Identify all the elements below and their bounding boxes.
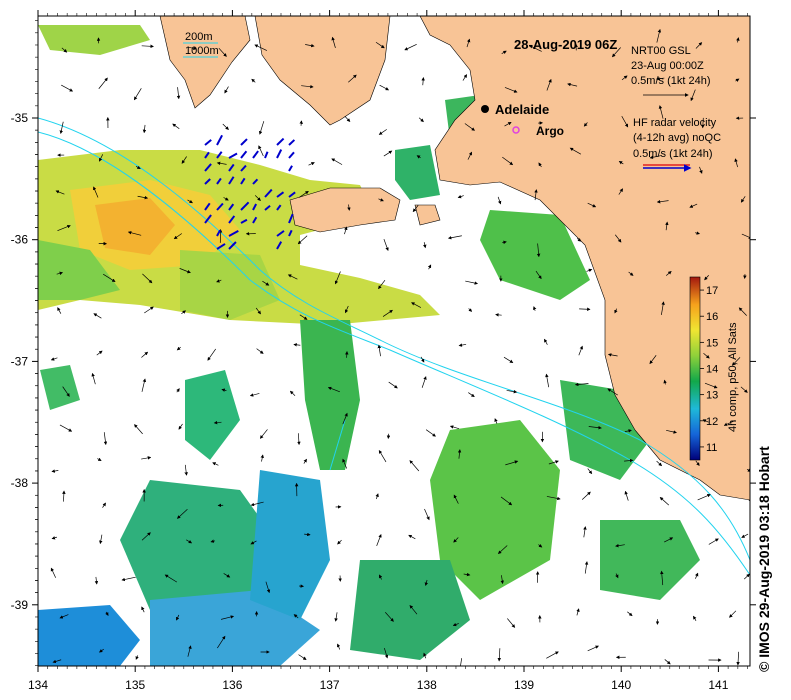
y-tick-label: -36 bbox=[11, 233, 29, 247]
argo-label: Argo bbox=[536, 124, 564, 138]
model-legend-line3: 0.5m/s (1kt 24h) bbox=[631, 75, 710, 87]
x-tick-label: 141 bbox=[708, 678, 728, 692]
colorbar-tick-label: 13 bbox=[706, 390, 718, 402]
isobath-1000-label: 1000m bbox=[185, 45, 219, 57]
adelaide-dot bbox=[481, 105, 489, 113]
colorbar-tick-label: 17 bbox=[706, 285, 718, 297]
sst-map: 134 135 136 137 138 139 140 141 -35 -36 -37 -38 -39… bbox=[11, 10, 756, 692]
credit-text: © IMOS 29-Aug-2019 03:18 Hobart bbox=[756, 446, 772, 672]
x-tick-label: 140 bbox=[611, 678, 631, 692]
isobath-200-label: 200m bbox=[185, 31, 213, 43]
adelaide-label: Adelaide bbox=[495, 102, 549, 117]
model-legend-line2: 23-Aug 00:00Z bbox=[631, 60, 704, 72]
x-tick-label: 134 bbox=[28, 678, 48, 692]
colorbar-tick-label: 14 bbox=[706, 364, 718, 376]
x-tick-label: 136 bbox=[222, 678, 242, 692]
colorbar-gradient bbox=[689, 276, 701, 461]
y-tick-label: -37 bbox=[11, 354, 29, 368]
colorbar-tick-label: 12 bbox=[706, 416, 718, 428]
radar-legend-line1: HF radar velocity bbox=[633, 117, 717, 129]
x-tick-label: 137 bbox=[320, 678, 340, 692]
x-tick-label: 135 bbox=[125, 678, 145, 692]
colorbar-tick-label: 11 bbox=[706, 442, 717, 454]
y-tick-label: -38 bbox=[11, 476, 29, 490]
x-tick-label: 139 bbox=[514, 678, 534, 692]
radar-legend-line3: 0.5m/s (1kt 24h) bbox=[633, 148, 712, 160]
colorbar-tick-label: 16 bbox=[706, 311, 718, 323]
map-title: 28-Aug-2019 06Z bbox=[514, 37, 617, 52]
model-legend-line1: NRT00 GSL bbox=[631, 45, 691, 57]
y-tick-label: -39 bbox=[11, 598, 29, 612]
y-tick-label: -35 bbox=[11, 111, 29, 125]
colorbar-tick-label: 15 bbox=[706, 337, 718, 349]
colorbar-label: 4h comp, p50, All Sats bbox=[727, 322, 739, 432]
x-tick-label: 138 bbox=[417, 678, 437, 692]
radar-legend-line2: (4-12h avg) noQC bbox=[633, 132, 721, 144]
